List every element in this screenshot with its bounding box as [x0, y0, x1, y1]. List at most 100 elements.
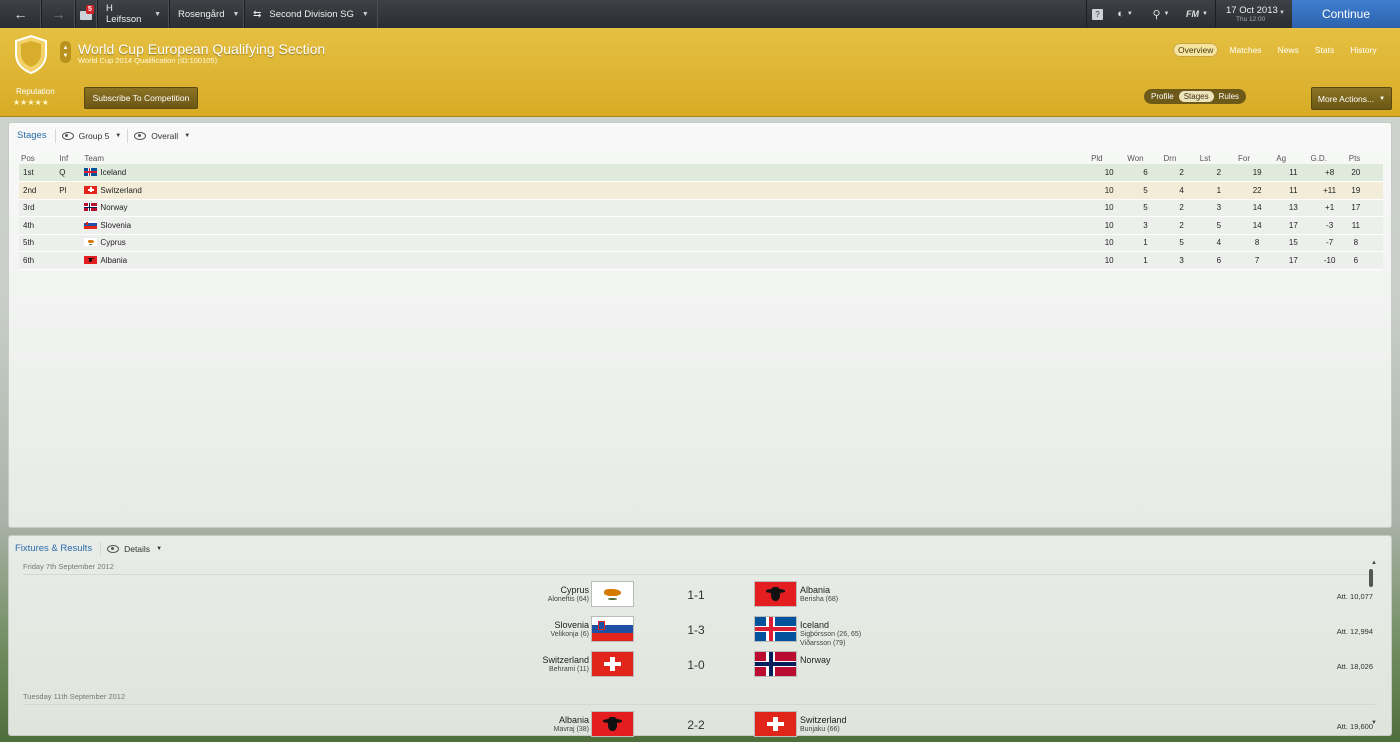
- team-name[interactable]: Iceland: [100, 168, 126, 177]
- match-score[interactable]: 1-3: [681, 623, 711, 637]
- fixture-row[interactable]: Switzerland Behrami (11) 1-0 Norway Att. 18,…: [9, 647, 1393, 681]
- away-team-name[interactable]: Norway: [800, 655, 831, 665]
- tab-overview[interactable]: Overview: [1173, 43, 1219, 57]
- stages-panel: Stages Group 5 ▼ Overall ▼ Pos Inf Team Pl…: [8, 122, 1392, 528]
- tab-profile[interactable]: Profile: [1146, 91, 1179, 102]
- fm-menu-button[interactable]: FM ▼: [1182, 0, 1212, 28]
- team-cell[interactable]: Iceland: [84, 164, 1092, 182]
- tab-matches[interactable]: Matches: [1224, 43, 1266, 57]
- chevron-down-icon: ▼: [154, 10, 161, 18]
- fixture-row[interactable]: Albania Mavraj (38) 2-2 Switzerland Bunjaku …: [9, 707, 1393, 741]
- stages-title[interactable]: Stages: [9, 130, 55, 141]
- division-dropdown[interactable]: ⇆ Second Division SG ▼: [245, 0, 378, 28]
- match-score[interactable]: 2-2: [681, 718, 711, 732]
- col-pos[interactable]: Pos: [19, 152, 59, 164]
- club-dropdown[interactable]: Rosengård ▼: [170, 0, 245, 28]
- details-dropdown[interactable]: Details ▼: [100, 541, 168, 556]
- fixtures-title[interactable]: Fixtures & Results: [9, 543, 100, 554]
- match-score[interactable]: 1-1: [681, 588, 711, 602]
- team-name[interactable]: Switzerland: [100, 186, 141, 195]
- away-team-name[interactable]: Albania: [800, 585, 830, 595]
- table-row[interactable]: 5th Cyprus 10 1 5 4 8 15 -7 8: [19, 234, 1383, 252]
- chevron-down-icon: ▼: [1379, 95, 1386, 102]
- switzerland-flag-icon: [591, 651, 634, 677]
- home-team-name[interactable]: Cyprus: [560, 585, 589, 595]
- chevron-down-icon: ▼: [156, 545, 163, 552]
- fixture-date-heading: Friday 7th September 2012: [23, 562, 1375, 575]
- subscribe-button[interactable]: Subscribe To Competition: [84, 87, 198, 109]
- more-actions-button[interactable]: More Actions... ▼: [1311, 87, 1392, 110]
- away-team-name[interactable]: Iceland: [800, 620, 829, 630]
- col-ag[interactable]: Ag: [1276, 152, 1310, 164]
- help-button[interactable]: ?: [1086, 0, 1108, 28]
- fixtures-panel: Fixtures & Results Details ▼ Friday 7th S…: [8, 535, 1393, 737]
- view-dropdown[interactable]: Overall ▼: [127, 128, 196, 143]
- drawn-cell: 3: [1163, 251, 1200, 270]
- scroll-down-icon[interactable]: ▼: [1371, 720, 1377, 726]
- team-cell[interactable]: Switzerland: [84, 181, 1092, 200]
- tab-news[interactable]: News: [1273, 43, 1304, 57]
- back-arrow-icon[interactable]: ←: [0, 0, 42, 28]
- scrollbar-thumb[interactable]: [1369, 569, 1373, 587]
- col-inf[interactable]: Inf: [59, 152, 84, 164]
- game-date[interactable]: 17 Oct 2013 Thu 12:00 ▼: [1215, 0, 1291, 28]
- fixture-row[interactable]: Slovenia Velikonja (6) 1-3 Iceland Sigþórsso…: [9, 612, 1393, 647]
- info-cell: [59, 234, 85, 252]
- lost-cell: 2: [1199, 164, 1239, 182]
- scroll-up-icon[interactable]: ▲: [1371, 560, 1377, 566]
- home-team-name[interactable]: Switzerland: [542, 655, 589, 665]
- division-name: Second Division SG: [269, 8, 354, 20]
- home-team-name[interactable]: Slovenia: [554, 620, 589, 630]
- manager-dropdown[interactable]: H Leifsson ▼: [98, 0, 170, 28]
- played-cell: 10: [1091, 216, 1128, 235]
- col-won[interactable]: Won: [1127, 152, 1163, 164]
- forward-arrow-icon[interactable]: →: [42, 0, 76, 28]
- group-dropdown[interactable]: Group 5 ▼: [54, 128, 128, 143]
- team-cell[interactable]: Albania: [84, 251, 1092, 270]
- fixture-row[interactable]: Cyprus Aloneftis (64) 1-1 Albania Berisha (6…: [9, 577, 1393, 611]
- competition-switcher[interactable]: ▲ ▼: [60, 41, 71, 63]
- globe-button[interactable]: ◐ ▼: [1110, 0, 1140, 28]
- away-team-name[interactable]: Switzerland: [800, 715, 847, 725]
- team-cell[interactable]: Norway: [84, 199, 1092, 217]
- lost-cell: 6: [1199, 251, 1239, 270]
- goal-difference-cell: -7: [1310, 234, 1349, 252]
- tab-history[interactable]: History: [1345, 43, 1381, 57]
- col-for[interactable]: For: [1238, 152, 1276, 164]
- for-cell: 14: [1238, 216, 1277, 235]
- tab-stats[interactable]: Stats: [1310, 43, 1339, 57]
- team-cell[interactable]: Cyprus: [84, 234, 1092, 252]
- chevron-down-icon: ▼: [1163, 11, 1170, 17]
- table-row[interactable]: 3rd Norway 10 5 2 3 14 13 +1 17: [19, 199, 1383, 217]
- more-actions-label: More Actions...: [1317, 93, 1375, 104]
- table-row[interactable]: 2nd Pl Switzerland 10 5 4 1 22 11 +11 19: [19, 181, 1383, 200]
- home-team-name[interactable]: Albania: [559, 715, 589, 725]
- col-gd[interactable]: G.D.: [1310, 152, 1348, 164]
- match-score[interactable]: 1-0: [681, 658, 711, 672]
- team-name[interactable]: Cyprus: [100, 238, 125, 247]
- help-icon: ?: [1092, 8, 1103, 20]
- team-cell[interactable]: Slovenia: [84, 216, 1092, 235]
- club-name: Rosengård: [178, 8, 225, 20]
- fm-logo: FM: [1186, 9, 1200, 19]
- team-name[interactable]: Norway: [100, 203, 127, 212]
- col-pts[interactable]: Pts: [1349, 152, 1383, 164]
- tab-stages[interactable]: Stages: [1178, 91, 1214, 102]
- col-drn[interactable]: Drn: [1164, 152, 1200, 164]
- table-row[interactable]: 6th Albania 10 1 3 6 7 17 -10 6: [19, 251, 1383, 270]
- drawn-cell: 5: [1163, 234, 1200, 252]
- table-row[interactable]: 1st Q Iceland 10 6 2 2 19 11 +8 20: [19, 164, 1383, 182]
- played-cell: 10: [1091, 181, 1128, 200]
- team-name[interactable]: Albania: [100, 256, 127, 265]
- col-lst[interactable]: Lst: [1200, 152, 1238, 164]
- search-button[interactable]: ⚲ ▼: [1146, 0, 1176, 28]
- team-name[interactable]: Slovenia: [100, 221, 131, 230]
- tab-rules[interactable]: Rules: [1214, 91, 1244, 102]
- info-cell: [59, 199, 85, 217]
- table-row[interactable]: 4th Slovenia 10 3 2 5 14 17 -3 11: [19, 216, 1383, 235]
- continue-button[interactable]: Continue: [1292, 0, 1400, 28]
- inbox-button[interactable]: 5: [76, 0, 98, 28]
- won-cell: 1: [1127, 251, 1164, 270]
- col-team[interactable]: Team: [84, 152, 1091, 164]
- col-pld[interactable]: Pld: [1091, 152, 1127, 164]
